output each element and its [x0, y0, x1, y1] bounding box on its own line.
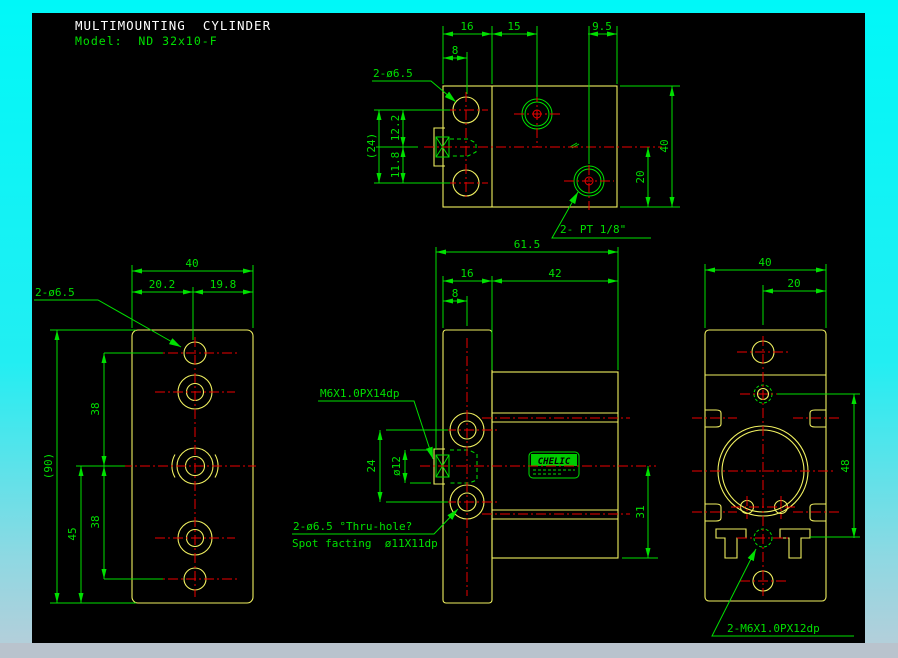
- drawing-title: MULTIMOUNTING CYLINDER: [75, 18, 271, 33]
- dim-top-9-5: 9.5: [592, 20, 612, 33]
- left-view-extension-lines: [50, 265, 253, 603]
- dim-top-24ref: (24): [365, 133, 378, 160]
- brand-logo: CHELIC: [529, 452, 579, 478]
- right-view: 40 20 48 2-M6X1.0PX12dp: [692, 256, 860, 636]
- top-view-dimension-arrows: [377, 32, 675, 208]
- dim-front-61-5: 61.5: [514, 238, 541, 251]
- top-view-centerlines: [424, 92, 662, 210]
- dim-right-40: 40: [758, 256, 771, 269]
- dim-front-16: 16: [460, 267, 473, 280]
- front-view-dimension-arrows: [378, 250, 651, 559]
- title-block: MULTIMOUNTING CYLINDER Model: ND 32x10-F: [75, 18, 271, 48]
- dim-top-15: 15: [507, 20, 520, 33]
- dim-right-20: 20: [787, 277, 800, 290]
- front-view-extension-lines: [386, 247, 658, 558]
- dim-front-8: 8: [452, 287, 459, 300]
- label-right-threads: 2-M6X1.0PX12dp: [727, 622, 820, 635]
- dim-front-rod-dia: ø12: [390, 456, 403, 476]
- top-view-dimension-lines: [379, 34, 672, 207]
- cad-window: MULTIMOUNTING CYLINDER Model: ND 32x10-F: [0, 0, 898, 658]
- label-rod-thread: M6X1.0PX14dp: [320, 387, 399, 400]
- dim-left-45: 45: [66, 527, 79, 540]
- dim-left-19-8: 19.8: [210, 278, 237, 291]
- dim-left-40: 40: [185, 257, 198, 270]
- dim-right-48: 48: [839, 459, 852, 472]
- top-view: 16 15 9.5 8 (24) 12.2 11.8 40 20 2-ø6.5 …: [365, 20, 680, 238]
- dim-front-31: 31: [634, 505, 647, 518]
- dim-top-40: 40: [658, 139, 671, 152]
- label-top-holes: 2-ø6.5: [373, 67, 413, 80]
- dim-top-11-8: 11.8: [389, 152, 402, 179]
- dim-left-90ref: (90): [42, 453, 55, 480]
- dim-front-24: 24: [365, 459, 378, 473]
- dim-left-38-lower: 38: [89, 515, 102, 528]
- drawing-model: Model: ND 32x10-F: [75, 34, 218, 48]
- left-view: 40 20.2 19.8 (90) 45 38 38 2-ø6.5: [34, 257, 256, 603]
- dim-top-12-2: 12.2: [389, 115, 402, 142]
- label-thru-hole-line2: Spot facting ø11X11dp: [292, 537, 438, 550]
- dim-front-42: 42: [548, 267, 561, 280]
- front-view-centerlines: [420, 338, 656, 596]
- left-view-dimension-arrows: [55, 269, 254, 604]
- dim-left-38-upper: 38: [89, 402, 102, 415]
- right-view-extension-lines: [705, 264, 860, 537]
- front-view-dimension-lines: [380, 252, 648, 558]
- right-view-body-outline: [705, 330, 826, 601]
- dim-top-16: 16: [460, 20, 473, 33]
- label-top-ports: 2- PT 1/8": [560, 223, 626, 236]
- dim-top-8: 8: [452, 44, 459, 57]
- label-left-holes: 2-ø6.5: [35, 286, 75, 299]
- drawing-svg: MULTIMOUNTING CYLINDER Model: ND 32x10-F: [0, 0, 898, 658]
- left-view-dimension-lines: [57, 271, 253, 603]
- front-view: CHELIC 61.5 16 42 8 24 ø12 31 M6X1.0PX14…: [292, 238, 658, 603]
- dim-top-20: 20: [634, 170, 647, 183]
- dim-left-20-2: 20.2: [149, 278, 176, 291]
- label-thru-hole-line1: 2-ø6.5 °Thru-hole?: [293, 520, 412, 533]
